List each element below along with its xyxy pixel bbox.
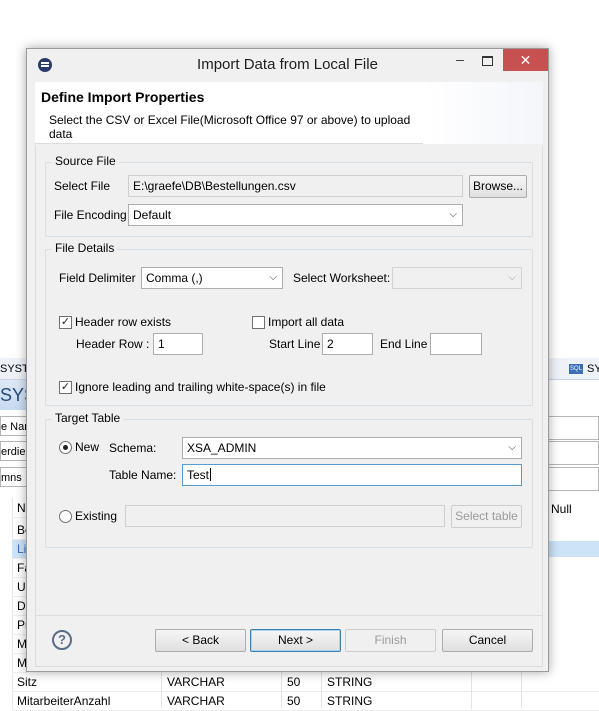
select-worksheet-label: Select Worksheet: (293, 271, 391, 285)
page-description: Select the CSV or Excel File(Microsoft O… (49, 113, 411, 141)
select-file-label: Select File (54, 179, 111, 193)
bg-selected-row (549, 541, 599, 557)
source-file-group: Source File Select File E:\graefe\DB\Bes… (45, 154, 533, 237)
bg-grid-line (281, 671, 282, 709)
cancel-button[interactable]: Cancel (442, 629, 533, 652)
bg-sql-tab[interactable]: SQL SY (549, 358, 599, 380)
table-row[interactable]: Sitz VARCHAR 50 STRING (12, 673, 599, 692)
existing-table-label: Existing (75, 509, 118, 523)
wizard-header: Define Import Properties Select the CSV … (35, 82, 543, 144)
end-line-label: End Line (380, 337, 428, 351)
end-line-input[interactable] (430, 333, 482, 355)
title-bar[interactable]: Import Data from Local File – ✕ (27, 49, 548, 80)
chevron-down-icon: ⌵ (508, 442, 516, 453)
bg-editor-title: SYST (0, 380, 28, 410)
worksheet-select[interactable]: ⌵ (392, 267, 522, 289)
header-row-label: Header Row : (76, 337, 150, 351)
import-dialog: Import Data from Local File – ✕ Define I… (26, 48, 549, 672)
file-encoding-label: File Encoding (54, 208, 127, 222)
browse-button[interactable]: Browse... (469, 175, 527, 198)
wizard-footer: ? < Back Next > Finish Cancel (35, 615, 543, 667)
field-delimiter-label: Field Delimiter (59, 271, 136, 285)
chevron-down-icon: ⌵ (269, 272, 277, 283)
chevron-down-icon: ⌵ (449, 209, 457, 220)
start-line-label: Start Line (269, 337, 321, 351)
group-label: Source File (52, 154, 119, 168)
bg-grid-line (321, 671, 322, 709)
bg-field-name[interactable]: e Nam (0, 416, 28, 436)
schema-label: Schema: (109, 441, 157, 455)
text-cursor (210, 468, 212, 481)
group-label: File Details (52, 241, 118, 255)
existing-table-radio[interactable] (59, 510, 72, 523)
new-table-radio[interactable] (59, 441, 72, 454)
table-name-label: Table Name: (109, 468, 177, 482)
target-table-group: Target Table New Schema: XSA_ADMIN ⌵ Tab… (45, 411, 533, 548)
existing-table-field[interactable] (125, 505, 445, 527)
bg-right-field[interactable] (549, 467, 599, 491)
back-button[interactable]: < Back (155, 629, 246, 652)
bg-col-null: Null (551, 502, 572, 516)
table-row[interactable]: MitarbeiterAnzahl VARCHAR 50 STRING (12, 692, 599, 711)
bg-editor-tab[interactable]: SYSTE (0, 358, 28, 380)
select-table-button[interactable]: Select table (451, 505, 522, 528)
chevron-down-icon: ⌵ (508, 272, 516, 283)
header-row-exists-label: Header row exists (75, 315, 172, 329)
maximize-button[interactable] (476, 49, 498, 71)
next-button[interactable]: Next > (250, 629, 341, 652)
bg-grid-line (521, 671, 522, 709)
help-icon[interactable]: ? (52, 630, 72, 650)
import-all-data-label: Import all data (268, 315, 345, 329)
table-name-input[interactable]: Test (182, 464, 522, 486)
new-table-label: New (75, 440, 100, 454)
schema-select[interactable]: XSA_ADMIN ⌵ (182, 437, 522, 459)
bg-field-server[interactable]: erdien (0, 441, 28, 461)
field-delimiter-select[interactable]: Comma (,) ⌵ (141, 267, 283, 289)
sql-icon: SQL (569, 364, 583, 374)
minimize-button[interactable]: – (449, 49, 471, 71)
close-button[interactable]: ✕ (503, 49, 548, 71)
bg-field-columns[interactable]: mns (0, 467, 28, 487)
file-encoding-select[interactable]: Default ⌵ (128, 204, 463, 226)
header-row-exists-checkbox[interactable]: ✓ (59, 316, 72, 329)
group-label: Target Table (52, 411, 124, 425)
file-path-field[interactable]: E:\graefe\DB\Bestellungen.csv (128, 175, 463, 197)
bg-grid-line (471, 671, 472, 709)
wizard-content: Source File Select File E:\graefe\DB\Bes… (35, 145, 543, 615)
bg-right-field[interactable] (549, 416, 599, 440)
bg-grid-line (161, 671, 162, 709)
page-title: Define Import Properties (41, 89, 205, 105)
import-all-data-checkbox[interactable] (252, 316, 265, 329)
finish-button[interactable]: Finish (345, 629, 436, 652)
header-row-input[interactable]: 1 (153, 333, 203, 355)
ignore-whitespace-checkbox[interactable]: ✓ (59, 381, 72, 394)
start-line-input[interactable]: 2 (322, 333, 373, 355)
bg-right-field[interactable] (549, 441, 599, 465)
ignore-whitespace-label: Ignore leading and trailing white-space(… (75, 380, 326, 394)
file-details-group: File Details Field Delimiter Comma (,) ⌵… (45, 241, 533, 406)
header-banner (423, 82, 543, 144)
